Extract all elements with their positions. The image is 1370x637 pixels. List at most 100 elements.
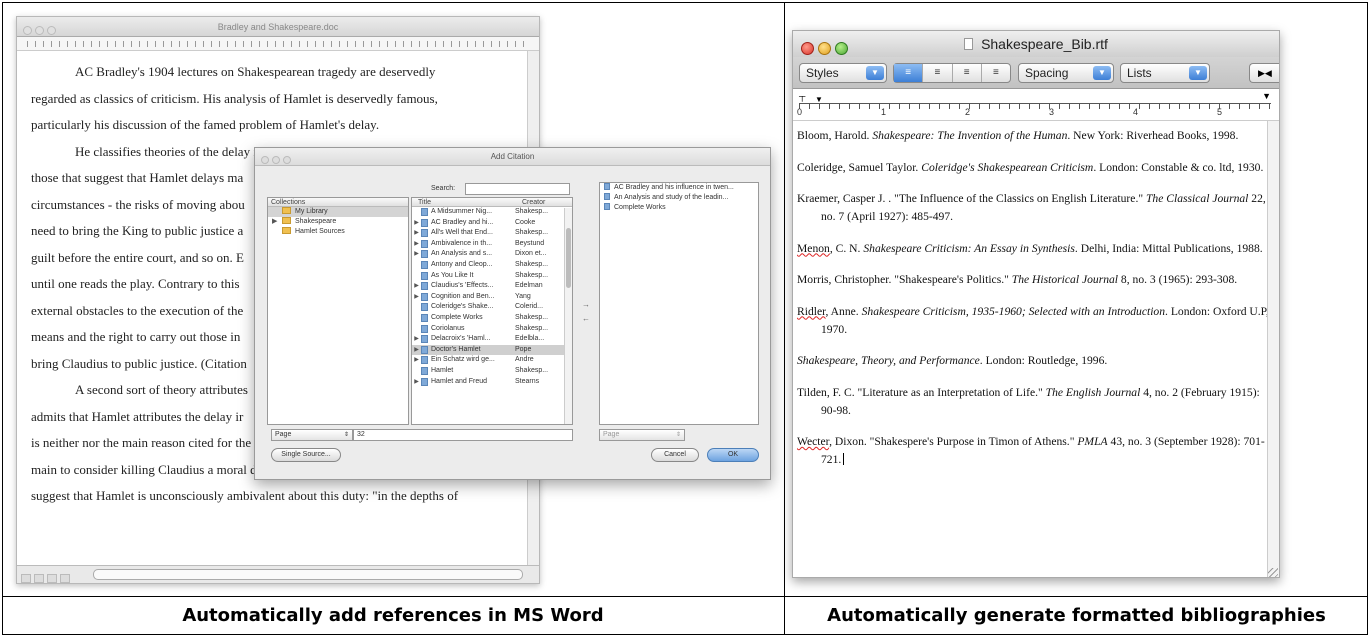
cited-item[interactable]: Complete Works: [600, 203, 758, 213]
single-source-button[interactable]: Single Source...: [271, 448, 341, 462]
item-row[interactable]: Coriolanus Shakesp...: [412, 324, 572, 335]
cited-item[interactable]: An Analysis and study of the leadin...: [600, 193, 758, 203]
bibliography-entry: Ridler, Anne. Shakespeare Criticism, 193…: [797, 303, 1269, 339]
item-row[interactable]: ▶ Ambivalence in th... Beystund: [412, 239, 572, 250]
disclosure-triangle-icon[interactable]: ▶: [272, 217, 277, 227]
item-row[interactable]: ▶ Delacroix's 'Haml... Edelbla...: [412, 334, 572, 345]
item-row[interactable]: Hamlet Shakesp...: [412, 366, 572, 377]
ruler-ticks: [799, 103, 1271, 109]
items-pane[interactable]: Title Creator A Midsummer Nig... Shakesp.…: [411, 197, 573, 425]
lists-popup[interactable]: Lists ▼: [1120, 63, 1210, 83]
textedit-vertical-scrollbar[interactable]: [1267, 121, 1279, 577]
item-row[interactable]: ▶ Cognition and Ben... Yang: [412, 292, 572, 303]
disclosure-triangle-icon[interactable]: ▶: [412, 345, 421, 356]
disclosure-triangle-icon[interactable]: ▶: [412, 281, 421, 292]
collections-pane[interactable]: Collections My Library ▶ Shakespeare Haml…: [267, 197, 409, 425]
disclosure-triangle-icon[interactable]: ▶: [412, 377, 421, 388]
item-title: Ambivalence in th...: [431, 239, 493, 247]
column-divider: [784, 2, 785, 635]
item-row[interactable]: A Midsummer Nig... Shakesp...: [412, 207, 572, 218]
textedit-ruler[interactable]: ┬ ▼ ▼ 0 1 2 3 4 5: [793, 89, 1279, 121]
item-title: Coleridge's Shake...: [431, 303, 494, 311]
item-row[interactable]: Complete Works Shakesp...: [412, 313, 572, 324]
close-icon[interactable]: [801, 42, 814, 55]
disclosure-triangle-icon[interactable]: ▶: [412, 249, 421, 260]
item-title: Complete Works: [431, 313, 483, 321]
chevron-down-icon: ▼: [866, 66, 884, 80]
text-cursor: [843, 453, 845, 465]
caption-divider: [2, 596, 1368, 597]
collection-my-library[interactable]: My Library: [268, 207, 408, 217]
item-row[interactable]: ▶ Ein Schatz wird ge... Andre: [412, 355, 572, 366]
ruler-number: 0: [797, 107, 803, 117]
disclosure-triangle-icon[interactable]: ▶: [412, 334, 421, 345]
item-row[interactable]: ▶ Doctor's Hamlet Pope: [412, 344, 572, 356]
item-row[interactable]: ▶ AC Bradley and hi... Cooke: [412, 218, 572, 229]
item-row[interactable]: Coleridge's Shake... Colerid...: [412, 302, 572, 313]
align-justify-icon[interactable]: ≡: [953, 64, 982, 82]
minimize-icon[interactable]: [818, 42, 831, 55]
toolbar-overflow-icon[interactable]: ▶◀: [1249, 63, 1279, 83]
disclosure-triangle-icon[interactable]: ▶: [412, 355, 421, 366]
item-row[interactable]: Antony and Cleop... Shakesp...: [412, 260, 572, 271]
items-scrollbar[interactable]: [564, 208, 572, 424]
cited-items-pane[interactable]: AC Bradley and his influence in twen... …: [599, 182, 759, 425]
item-row[interactable]: ▶ An Analysis and s... Dixon et...: [412, 249, 572, 260]
cancel-button[interactable]: Cancel: [651, 448, 699, 462]
spacing-popup[interactable]: Spacing ▼: [1018, 63, 1114, 83]
align-right-icon[interactable]: ≡: [982, 64, 1010, 82]
item-row[interactable]: ▶ All's Well that End... Shakesp...: [412, 228, 572, 239]
document-icon: [421, 345, 428, 354]
locator-value-input[interactable]: 32: [353, 429, 573, 441]
item-row[interactable]: As You Like It Shakesp...: [412, 271, 572, 282]
disclosure-triangle-icon[interactable]: ▶: [412, 218, 421, 229]
item-row[interactable]: ▶ Claudius's 'Effects... Edelman: [412, 281, 572, 292]
zoom-icon[interactable]: [835, 42, 848, 55]
title-column-header[interactable]: Title: [415, 198, 519, 206]
document-icon: [421, 377, 428, 386]
bibliography-entry: Wecter, Dixon. "Shakespere's Purpose in …: [797, 433, 1269, 469]
item-creator: Yang: [515, 292, 531, 300]
collection-hamlet-sources[interactable]: Hamlet Sources: [268, 227, 408, 237]
word-ruler[interactable]: [17, 37, 539, 51]
disclosure-triangle-icon[interactable]: ▶: [412, 228, 421, 239]
item-creator: Shakesp...: [515, 271, 549, 279]
bibliography-text[interactable]: Bloom, Harold. Shakespeare: The Inventio…: [793, 121, 1269, 577]
document-icon: [421, 239, 428, 248]
locator-type-select[interactable]: Page ⇕: [271, 429, 353, 441]
item-creator: Stearns: [515, 377, 540, 385]
styles-popup[interactable]: Styles ▼: [799, 63, 887, 83]
right-margin-marker-icon[interactable]: ▼: [1262, 91, 1271, 101]
creator-column-header[interactable]: Creator: [519, 198, 545, 206]
entry-title: PMLA: [1077, 435, 1108, 448]
item-creator: Edelman: [515, 282, 543, 290]
add-to-citation-arrow[interactable]: →: [579, 300, 593, 309]
item-creator: Cooke: [515, 218, 536, 226]
disclosure-triangle-icon[interactable]: ▶: [412, 292, 421, 303]
cited-item[interactable]: AC Bradley and his influence in twen...: [600, 183, 758, 193]
document-icon: [421, 303, 428, 312]
view-buttons[interactable]: [21, 570, 73, 583]
dialog-window-controls[interactable]: [261, 153, 294, 171]
document-icon: [421, 260, 428, 269]
stepper-icon: ⇕: [343, 432, 349, 438]
collection-shakespeare[interactable]: ▶ Shakespeare: [268, 217, 408, 227]
entry-title: The English Journal: [1045, 385, 1141, 399]
left-margin-marker-icon[interactable]: ┬: [799, 91, 805, 101]
ok-button[interactable]: OK: [707, 448, 759, 462]
disclosure-triangle-icon[interactable]: ▶: [412, 239, 421, 250]
word-horizontal-scrollbar[interactable]: [93, 569, 523, 580]
resize-grip-icon[interactable]: [1268, 568, 1278, 577]
search-input[interactable]: [465, 183, 570, 195]
item-row[interactable]: ▶ Hamlet and Freud Stearns: [412, 377, 572, 388]
ruler-number: 3: [1049, 107, 1055, 117]
items-header: Title Creator: [412, 198, 572, 207]
entry-title: Shakespeare Criticism, 1935-1960; Select…: [861, 304, 1166, 318]
align-left-icon[interactable]: ≡: [894, 64, 924, 82]
align-center-icon[interactable]: ≡: [923, 64, 953, 82]
item-creator: Shakesp...: [515, 324, 549, 332]
bibliography-entry: Menon, C. N. Shakespeare Criticism: An E…: [797, 240, 1269, 258]
remove-from-citation-arrow[interactable]: ←: [579, 314, 593, 323]
